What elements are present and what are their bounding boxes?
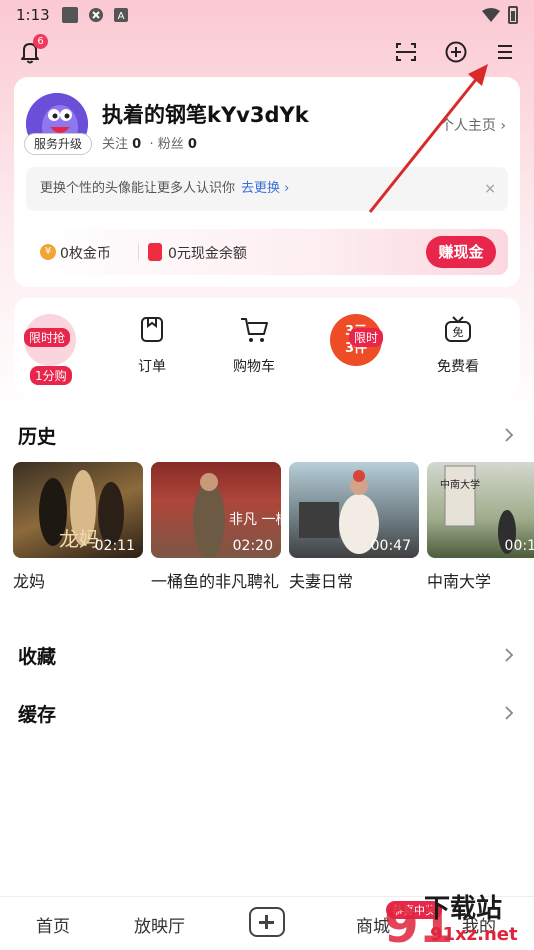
nav-home[interactable]: 首页 — [36, 912, 70, 937]
duration-3: 00:47 — [370, 538, 411, 554]
notification-badge: 6 — [33, 34, 48, 49]
history-title-2[interactable]: 一桶鱼的非凡聘礼 — [151, 570, 279, 594]
username: 执着的钢笔kYv3dYk — [102, 103, 309, 127]
following-count: 0 — [132, 137, 142, 152]
deal-tag: 限时 — [349, 328, 384, 347]
battery-icon — [508, 6, 518, 24]
wifi-icon — [482, 8, 500, 22]
nav-theater[interactable]: 放映厅 — [134, 912, 185, 937]
chevron-right-icon[interactable] — [504, 428, 514, 442]
history-title-1[interactable]: 龙妈 — [13, 570, 143, 594]
create-plus-icon[interactable] — [249, 907, 285, 937]
status-time: 1:13 — [16, 6, 50, 24]
duration-2: 02:20 — [232, 538, 273, 554]
chevron-right-icon[interactable] — [504, 706, 514, 720]
service-upgrade-badge[interactable]: 服务升级 — [24, 133, 92, 155]
flash-sale-sub: 1分购 — [30, 366, 72, 385]
free-watch-shortcut[interactable]: 免 免费看 — [418, 314, 498, 376]
app-status-icon — [88, 8, 103, 22]
font-status-icon: A — [113, 8, 128, 22]
favorites-title[interactable]: 收藏 — [18, 642, 56, 669]
status-bar: 1:13 A — [0, 0, 534, 30]
duration-4: 00:1 — [504, 538, 534, 554]
flash-sale-tag: 限时抢 — [24, 328, 71, 347]
cache-title[interactable]: 缓存 — [18, 700, 56, 727]
red-envelope-icon — [148, 243, 162, 261]
coins-balance[interactable]: 0枚金币 — [60, 243, 111, 263]
watermark-text: 下载站 — [424, 894, 503, 924]
follow-stats[interactable]: 关注 0 · 粉丝 0 — [102, 133, 197, 152]
watermark-url: 91xz.net — [430, 924, 518, 945]
following-label: 关注 — [102, 137, 129, 152]
cart-shortcut[interactable]: 购物车 — [214, 314, 294, 376]
history-thumb-4[interactable]: 中南大学 00:1 — [427, 462, 534, 558]
annotation-arrow-icon — [368, 64, 488, 213]
poster-title-4: 中南大学 — [440, 478, 480, 491]
history-thumb-3[interactable]: 00:47 — [289, 462, 419, 558]
divider — [138, 243, 139, 261]
tv-free-icon: 免 — [445, 316, 471, 342]
duration-1: 02:11 — [94, 538, 135, 554]
order-bag-icon — [141, 317, 163, 342]
deal-shortcut[interactable]: 3元 3件 限时 — [316, 314, 396, 366]
history-title-3[interactable]: 夫妻日常 — [289, 570, 419, 594]
orders-shortcut[interactable]: 订单 — [112, 314, 192, 376]
poster-title-1: 龙妈 — [59, 527, 99, 551]
earn-cash-button[interactable]: 赚现金 — [426, 236, 496, 268]
poster-title-2: 非凡 一桶鱼 — [229, 511, 281, 528]
svg-text:A: A — [117, 11, 124, 22]
history-thumb-1[interactable]: 龙妈 02:11 — [13, 462, 143, 558]
wallet-bar: ¥ 0枚金币 0元现金余额 赚现金 — [26, 229, 508, 275]
tip-text: 更换个性的头像能让更多人认识你 — [40, 181, 236, 196]
history-title[interactable]: 历史 — [18, 422, 56, 449]
notification-square-icon — [61, 7, 78, 23]
flash-sale-shortcut[interactable]: 限时抢 1分购 — [10, 314, 90, 385]
shortcuts-panel: 限时抢 1分购 订单 购物车 3元 3件 限时 免 免费看 — [14, 298, 520, 394]
chevron-right-icon[interactable] — [504, 648, 514, 662]
shopping-cart-icon — [241, 318, 268, 342]
change-avatar-link[interactable]: 去更换 › — [241, 181, 289, 196]
cart-label: 购物车 — [233, 359, 275, 375]
history-title-4[interactable]: 中南大学 — [427, 570, 534, 594]
history-thumb-2[interactable]: 非凡 一桶鱼 02:20 — [151, 462, 281, 558]
followers-count: 0 — [187, 137, 197, 152]
followers-label: · 粉丝 — [149, 137, 184, 152]
coin-icon: ¥ — [40, 244, 56, 260]
free-watch-label: 免费看 — [437, 359, 479, 375]
cash-balance[interactable]: 0元现金余额 — [168, 243, 247, 263]
free-icon-text: 免 — [453, 325, 464, 339]
orders-label: 订单 — [138, 359, 166, 375]
